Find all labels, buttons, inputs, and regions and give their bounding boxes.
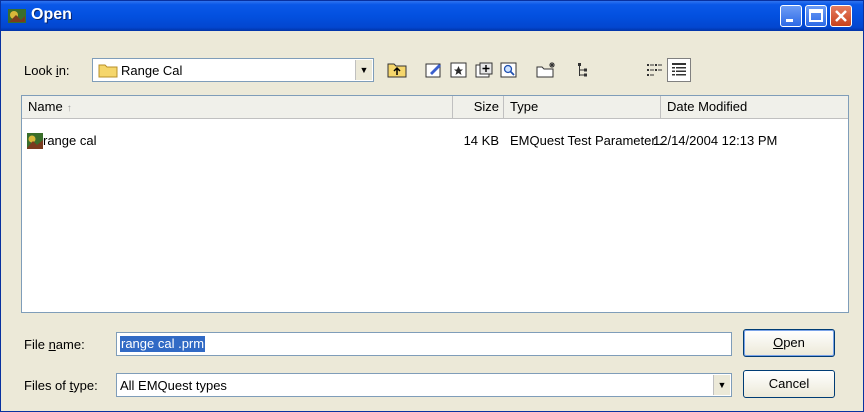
look-in-combo[interactable]: Range Cal ▼ xyxy=(92,58,374,82)
column-header-name[interactable]: Name ↑ xyxy=(22,96,453,118)
search-button[interactable] xyxy=(497,58,521,82)
tree-button[interactable] xyxy=(572,58,596,82)
file-icon xyxy=(27,133,43,149)
details-view-button[interactable] xyxy=(667,58,691,82)
list-item[interactable]: range cal 14 KB EMQuest Test Parameter..… xyxy=(22,131,848,151)
file-list[interactable]: Name ↑ Size Type Date Modified range cal … xyxy=(21,95,849,313)
maximize-button[interactable] xyxy=(805,5,827,27)
look-in-value: Range Cal xyxy=(121,63,183,78)
minimize-icon xyxy=(786,19,793,22)
up-folder-button[interactable] xyxy=(385,58,409,82)
favorites-button[interactable] xyxy=(447,58,471,82)
file-type-cell: EMQuest Test Parameter... xyxy=(510,133,666,148)
folder-icon xyxy=(98,64,118,78)
files-of-type-label: Files of type: xyxy=(24,378,98,393)
list-view-icon xyxy=(647,64,662,76)
file-name-label: File name: xyxy=(24,337,85,352)
minimize-button[interactable] xyxy=(780,5,802,27)
app-icon xyxy=(8,9,26,23)
files-of-type-value: All EMQuest types xyxy=(120,378,227,393)
open-button[interactable]: Open xyxy=(743,329,835,357)
sort-ascending-icon: ↑ xyxy=(66,103,72,114)
look-in-dropdown-arrow[interactable]: ▼ xyxy=(355,60,372,80)
look-in-label: Look in: xyxy=(24,63,70,78)
add-button[interactable] xyxy=(472,58,496,82)
list-view-button[interactable] xyxy=(642,58,666,82)
search-icon xyxy=(500,62,517,78)
add-icon xyxy=(475,62,493,78)
file-list-header: Name ↑ Size Type Date Modified xyxy=(22,96,848,119)
cancel-button[interactable]: Cancel xyxy=(743,370,835,398)
file-name-cell: range cal xyxy=(43,133,97,148)
tree-icon xyxy=(578,63,587,77)
close-icon xyxy=(835,10,847,22)
edit-icon xyxy=(425,63,441,78)
up-folder-icon xyxy=(387,63,407,78)
file-name-input[interactable]: range cal .prm xyxy=(116,332,732,356)
window-title: Open xyxy=(31,6,72,23)
maximize-icon xyxy=(809,9,823,22)
edit-button[interactable] xyxy=(422,58,446,82)
file-date-cell: 12/14/2004 12:13 PM xyxy=(653,133,778,148)
details-view-icon xyxy=(672,63,686,76)
close-button[interactable] xyxy=(830,5,852,27)
files-of-type-dropdown-arrow[interactable]: ▼ xyxy=(713,375,730,395)
file-size-cell: 14 KB xyxy=(463,133,499,148)
column-header-type[interactable]: Type xyxy=(504,96,661,118)
title-bar[interactable]: Open xyxy=(1,1,863,31)
favorites-icon xyxy=(450,62,467,78)
new-folder-icon xyxy=(536,62,555,78)
file-name-value: range cal .prm xyxy=(120,336,206,352)
new-folder-button[interactable] xyxy=(535,58,559,82)
column-header-date[interactable]: Date Modified xyxy=(661,96,848,118)
column-header-size[interactable]: Size xyxy=(453,96,504,118)
files-of-type-combo[interactable]: All EMQuest types ▼ xyxy=(116,373,732,397)
open-dialog: Open Look in: Range Cal ▼ Name ↑ Size Ty… xyxy=(0,0,864,412)
